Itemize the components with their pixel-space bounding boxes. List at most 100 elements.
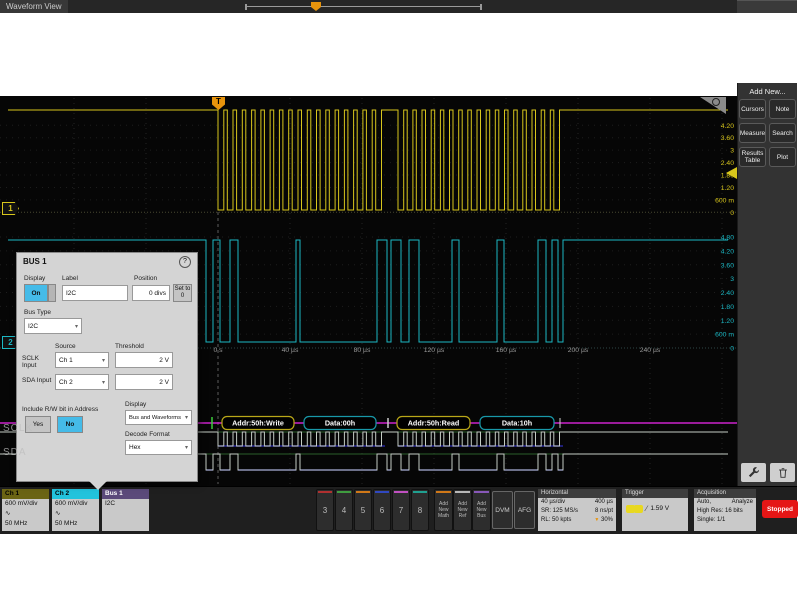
bandwidth: 50 MHz: [2, 519, 49, 529]
tools-button[interactable]: [741, 463, 766, 482]
channel-badge-ch1[interactable]: Ch 1600 mV/div∿50 MHz: [2, 489, 49, 531]
tab-bar: Waveform View: [0, 0, 737, 13]
sda-input-label: SDA Input: [22, 377, 52, 384]
svg-text:4.20: 4.20: [721, 123, 734, 130]
add-new-measure-button[interactable]: Measure: [739, 123, 766, 143]
afg-button[interactable]: AFG: [514, 491, 535, 529]
acq-count: Single: 1/1: [697, 516, 725, 525]
sclk-bus-label: SCLK: [3, 423, 33, 434]
svg-text:2.40: 2.40: [721, 160, 734, 167]
decode-format-dropdown[interactable]: Hex▾: [125, 440, 192, 455]
add-new-search-button[interactable]: Search: [769, 123, 796, 143]
add-new-results-table-button[interactable]: Results Table: [739, 147, 766, 167]
rw-bit-label: Include R/W bit in Address: [22, 406, 98, 413]
acquisition-badge[interactable]: Acquisition Auto,Analyze High Res: 16 bi…: [694, 489, 756, 531]
svg-text:40 µs: 40 µs: [282, 347, 299, 354]
trash-icon: [777, 467, 789, 479]
channel-button-5[interactable]: 5: [354, 489, 372, 531]
right-panel-tools: [741, 463, 795, 482]
sclk-input-label: SCLK Input: [22, 355, 52, 369]
svg-text:2.40: 2.40: [721, 290, 734, 297]
horizontal-badge[interactable]: Horizontal 40 µs/div400 µs SR: 125 MS/s8…: [538, 489, 616, 531]
add-new-math-button[interactable]: AddNewMath: [434, 489, 453, 531]
oscilloscope-app: FileEditUtilityHelp Waveform View 4.203.…: [0, 0, 800, 600]
source-header: Source: [55, 343, 76, 350]
svg-text:0: 0: [730, 210, 734, 217]
sclk-source-dropdown[interactable]: Ch 1▾: [55, 352, 109, 368]
add-new-plot-button[interactable]: Plot: [769, 147, 796, 167]
display-on-toggle[interactable]: On: [24, 284, 48, 302]
chevron-down-icon: ▾: [185, 444, 188, 451]
add-new-note-button[interactable]: Note: [769, 99, 796, 119]
dvm-button[interactable]: DVM: [492, 491, 513, 529]
position-input[interactable]: 0 divs: [132, 285, 170, 301]
wrench-icon: [747, 466, 760, 479]
channel-badge-bus1[interactable]: Bus 1I2C: [102, 489, 149, 531]
svg-text:0: 0: [730, 346, 734, 353]
chevron-down-icon: ▾: [185, 414, 188, 421]
slope-icon: ∕: [646, 504, 647, 513]
help-icon[interactable]: ?: [179, 256, 191, 268]
channel-button-6[interactable]: 6: [373, 489, 391, 531]
rw-no-button[interactable]: No: [57, 416, 83, 433]
tab-waveform-view[interactable]: Waveform View: [0, 0, 68, 13]
chevron-down-icon: ▾: [75, 323, 78, 330]
channel-button-4[interactable]: 4: [335, 489, 353, 531]
channel-color-stripe: [356, 491, 370, 493]
channel-button-8[interactable]: 8: [411, 489, 429, 531]
dialog-tail: [89, 481, 107, 490]
bus-type-label: Bus Type: [24, 309, 51, 316]
add-new-ref-button[interactable]: AddNewRef: [453, 489, 472, 531]
chevron-down-icon: ▾: [102, 357, 105, 364]
svg-text:120 µs: 120 µs: [424, 347, 445, 354]
vertical-scale: 600 mV/div: [52, 499, 99, 509]
button-color-stripe: [474, 491, 489, 493]
right-panel: Add New... CursorsNoteMeasureSearchResul…: [737, 83, 797, 486]
bus-display-dropdown[interactable]: Bus and Waveforms▾: [125, 410, 192, 425]
add-new-title: Add New...: [738, 83, 797, 99]
badge-header: Bus 1: [102, 489, 149, 499]
badge-header: Ch 2: [52, 489, 99, 499]
channel-button-3[interactable]: 3: [316, 489, 334, 531]
channel-badge-ch2[interactable]: Ch 2600 mV/div∿50 MHz: [52, 489, 99, 531]
svg-text:80 µs: 80 µs: [354, 347, 371, 354]
sda-threshold-input[interactable]: 2 V: [115, 374, 173, 390]
zoom-corner-icon[interactable]: [700, 97, 726, 114]
label-label: Label: [62, 275, 78, 282]
bus-type: I2C: [102, 499, 149, 509]
add-new-bus-button[interactable]: AddNewBus: [472, 489, 491, 531]
label-input[interactable]: I2C: [62, 285, 128, 301]
position-label: Position: [134, 275, 157, 282]
svg-text:160 µs: 160 µs: [496, 347, 517, 354]
badge-header: Ch 1: [2, 489, 49, 499]
stopped-run-button[interactable]: Stopped: [762, 500, 798, 518]
sample-rate: SR: 125 MS/s: [541, 507, 578, 516]
svg-text:600 m: 600 m: [715, 197, 734, 204]
sine-coupling-icon: ∿: [52, 509, 99, 519]
add-new-cursors-button[interactable]: Cursors: [739, 99, 766, 119]
svg-text:600 m: 600 m: [715, 332, 734, 339]
add-new-grid: CursorsNoteMeasureSearchResults TablePlo…: [738, 99, 797, 167]
chevron-down-icon: ▾: [102, 379, 105, 386]
set-to-zero-button[interactable]: Set to 0: [173, 284, 192, 302]
trash-button[interactable]: [770, 463, 795, 482]
svg-text:Data:00h: Data:00h: [325, 419, 355, 428]
svg-text:4.20: 4.20: [721, 248, 734, 255]
button-color-stripe: [455, 491, 470, 493]
svg-text:3: 3: [730, 276, 734, 283]
pan-zoom-slider[interactable]: [245, 4, 482, 10]
bus-type-dropdown[interactable]: I2C▾: [24, 318, 82, 334]
display-label: Display: [24, 275, 45, 282]
sine-coupling-icon: ∿: [2, 509, 49, 519]
sda-source-dropdown[interactable]: Ch 2▾: [55, 374, 109, 390]
svg-text:Addr:50h:Write: Addr:50h:Write: [232, 419, 284, 428]
trigger-badge[interactable]: Trigger ∕ 1.59 V: [622, 489, 688, 531]
channel-color-stripe: [337, 491, 351, 493]
svg-text:3.60: 3.60: [721, 262, 734, 269]
svg-text:Data:10h: Data:10h: [502, 419, 532, 428]
sclk-threshold-input[interactable]: 2 V: [115, 352, 173, 368]
channel-button-7[interactable]: 7: [392, 489, 410, 531]
display-toggle-knob[interactable]: [48, 284, 56, 302]
svg-text:1.20: 1.20: [721, 318, 734, 325]
svg-text:0 s: 0 s: [213, 347, 223, 354]
